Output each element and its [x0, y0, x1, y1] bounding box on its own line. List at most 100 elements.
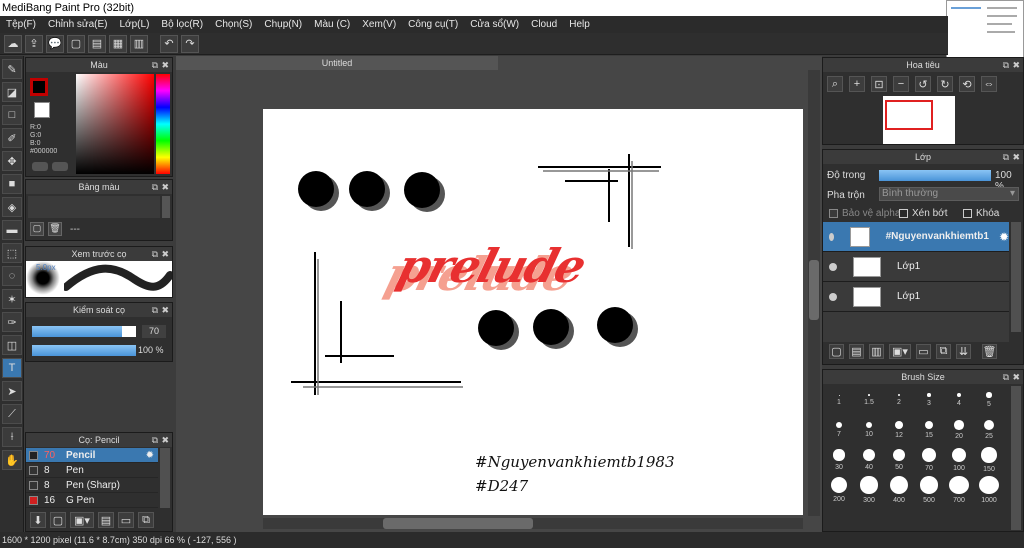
horizontal-scrollbar[interactable]: [263, 518, 803, 529]
clip-checkbox[interactable]: [899, 209, 908, 218]
detach-icon[interactable]: ⧉: [152, 58, 158, 72]
eye-icon[interactable]: [829, 262, 837, 271]
layer-item[interactable]: Lớp1: [823, 282, 1009, 312]
drawing-canvas[interactable]: prelude prelude #Nguyenvankhiemtb1983 #D…: [263, 109, 803, 515]
brush-size-option[interactable]: 3: [915, 386, 943, 414]
new-8bit-layer-icon[interactable]: ▥: [869, 344, 884, 359]
menu-tools[interactable]: Công cụ(T): [402, 19, 464, 30]
brush-size-option[interactable]: 5: [975, 386, 1003, 414]
brush-size-option[interactable]: 70: [915, 446, 943, 474]
brush-opacity-slider[interactable]: [32, 345, 136, 356]
brush-opacity-value[interactable]: 100 %: [138, 344, 172, 357]
blend-mode-select[interactable]: Bình thường ▾: [879, 187, 1019, 201]
zoom-fit-icon[interactable]: ⌕: [827, 76, 843, 92]
settings-gear-icon[interactable]: ✹: [146, 450, 154, 461]
folder-icon[interactable]: ▭: [916, 344, 931, 359]
view-rectangle[interactable]: [885, 100, 933, 130]
document-icon[interactable]: ▤: [88, 34, 106, 53]
color-mode-button-2[interactable]: [52, 162, 68, 171]
detach-icon[interactable]: ⧉: [1003, 370, 1009, 384]
lock-checkbox[interactable]: [963, 209, 972, 218]
brush-size-option[interactable]: 1: [825, 386, 853, 414]
cloud-download-icon[interactable]: ⬇: [30, 512, 46, 528]
upload-icon[interactable]: ⇪: [25, 34, 43, 53]
bucket-tool-icon[interactable]: ◈: [2, 197, 22, 217]
menu-layer[interactable]: Lớp(L): [114, 19, 156, 30]
brush-size-option[interactable]: 1.5: [855, 386, 883, 414]
hand-tool-icon[interactable]: ✋: [2, 450, 22, 470]
close-icon[interactable]: ✖: [161, 247, 169, 261]
menu-cloud[interactable]: Cloud: [525, 19, 563, 30]
clip-option[interactable]: Xén bớt: [899, 208, 947, 219]
select-rect-tool-icon[interactable]: ⬚: [2, 243, 22, 263]
reset-rotation-icon[interactable]: ⟲: [959, 76, 975, 92]
hue-slider[interactable]: [156, 74, 170, 174]
select-eraser-tool-icon[interactable]: ◫: [2, 335, 22, 355]
fill-rect-tool-icon[interactable]: ■: [2, 174, 22, 194]
layer-item[interactable]: #Nguyenvankhiemtb1 ✹: [823, 222, 1009, 252]
duplicate-icon[interactable]: ⧉: [138, 512, 154, 528]
brush-size-option[interactable]: 15: [915, 416, 943, 444]
menu-file[interactable]: Tệp(F): [0, 19, 42, 30]
brush-size-option[interactable]: 50: [885, 446, 913, 474]
brush-size-scrollbar[interactable]: [1011, 386, 1021, 530]
divide-tool-icon[interactable]: ⟋: [2, 404, 22, 424]
brush-size-option[interactable]: 200: [825, 476, 853, 504]
select-pen-tool-icon[interactable]: ✑: [2, 312, 22, 332]
actual-size-icon[interactable]: ⊡: [871, 76, 887, 92]
add-layer-icon[interactable]: ▣▾: [889, 344, 911, 359]
menu-help[interactable]: Help: [563, 19, 596, 30]
close-icon[interactable]: ✖: [161, 433, 169, 447]
brush-size-option[interactable]: 20: [945, 416, 973, 444]
merge-down-icon[interactable]: ⇊: [956, 344, 971, 359]
dot-tool-icon[interactable]: ✐: [2, 128, 22, 148]
palette-swatches[interactable]: [28, 196, 160, 218]
close-icon[interactable]: ✖: [1012, 370, 1020, 384]
brush-list-scrollbar[interactable]: [160, 448, 170, 508]
duplicate-layer-icon[interactable]: ⧉: [936, 344, 951, 359]
zoom-out-icon[interactable]: −: [893, 76, 909, 92]
brush-size-option[interactable]: 700: [945, 476, 973, 504]
new-layer-icon[interactable]: ▢: [829, 344, 844, 359]
trash-icon[interactable]: 🗑: [48, 222, 62, 236]
layer-opacity-slider[interactable]: [879, 170, 991, 181]
move-tool-icon[interactable]: ✥: [2, 151, 22, 171]
new-brush-icon[interactable]: ▢: [50, 512, 66, 528]
grid-icon[interactable]: ▦: [109, 34, 127, 53]
menu-view[interactable]: Xem(V): [356, 19, 402, 30]
brush-size-option[interactable]: 150: [975, 446, 1003, 474]
lasso-tool-icon[interactable]: ◌: [2, 266, 22, 286]
brush-size-value[interactable]: 70: [142, 325, 166, 338]
brush-item-pencil[interactable]: 70 Pencil ✹: [26, 448, 158, 463]
rotate-right-icon[interactable]: ↻: [937, 76, 953, 92]
flip-horizontal-icon[interactable]: ⇔: [981, 76, 997, 92]
close-icon[interactable]: ✖: [161, 58, 169, 72]
protect-alpha-option[interactable]: Bảo vệ alpha: [829, 208, 900, 219]
undo-icon[interactable]: ↶: [160, 34, 178, 53]
rotate-left-icon[interactable]: ↺: [915, 76, 931, 92]
brush-size-option[interactable]: 4: [945, 386, 973, 414]
brush-size-option[interactable]: 7: [825, 416, 853, 444]
document-tab[interactable]: Untitled: [176, 56, 498, 70]
menu-capture[interactable]: Chụp(N): [258, 19, 308, 30]
eye-icon[interactable]: [829, 232, 835, 241]
page-icon[interactable]: ▢: [67, 34, 85, 53]
detach-icon[interactable]: ⧉: [1003, 58, 1009, 72]
navigator-thumbnail[interactable]: [883, 96, 955, 144]
eraser-tool-icon[interactable]: ◪: [2, 82, 22, 102]
brush-size-option[interactable]: 12: [885, 416, 913, 444]
palette-scrollbar[interactable]: [162, 196, 170, 218]
trash-icon[interactable]: 🗑: [982, 344, 997, 359]
menu-color[interactable]: Màu (C): [308, 19, 356, 30]
settings-gear-icon[interactable]: ✹: [999, 230, 1009, 244]
brush-size-option[interactable]: 40: [855, 446, 883, 474]
new-palette-icon[interactable]: ▢: [30, 222, 44, 236]
brush-size-slider[interactable]: [32, 326, 136, 337]
lock-option[interactable]: Khóa: [963, 208, 999, 219]
detach-icon[interactable]: ⧉: [152, 180, 158, 194]
magic-wand-tool-icon[interactable]: ✶: [2, 289, 22, 309]
brush-size-option[interactable]: 1000: [975, 476, 1003, 504]
close-icon[interactable]: ✖: [161, 180, 169, 194]
brush-item-pen[interactable]: 8 Pen: [26, 463, 158, 478]
close-icon[interactable]: ✖: [1012, 150, 1020, 164]
